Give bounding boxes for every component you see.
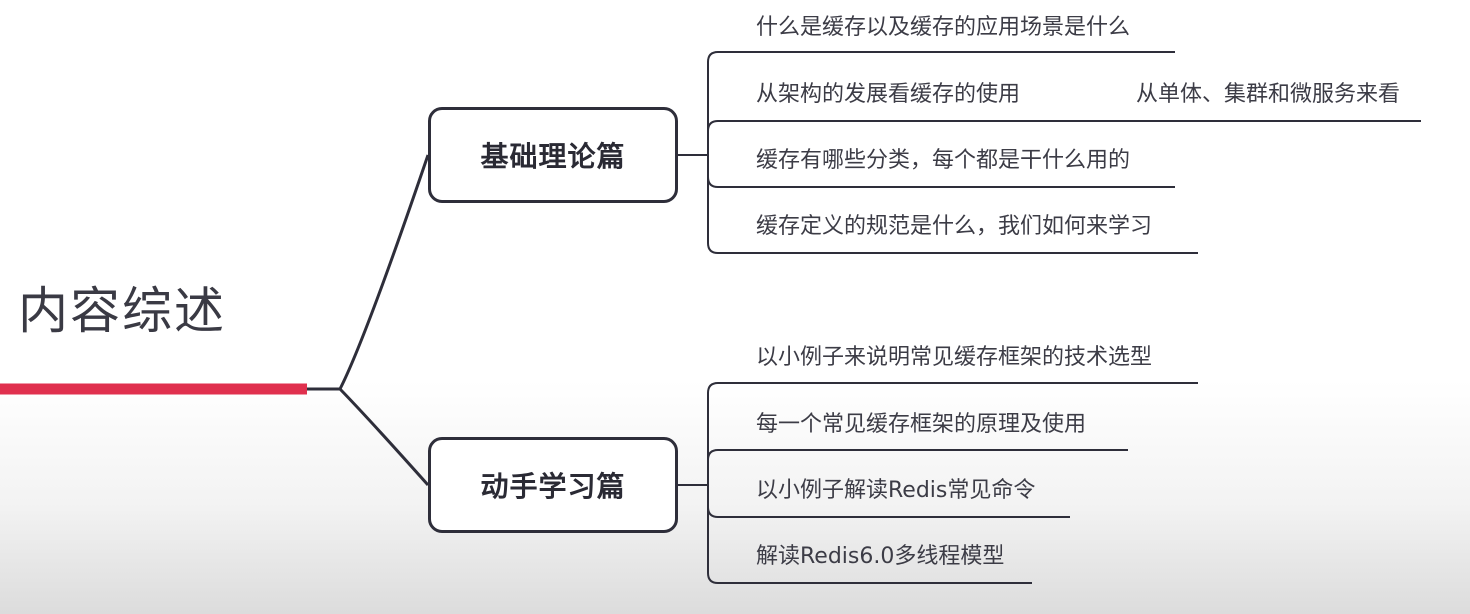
branch-2-leaf-3[interactable]: 以小例子解读Redis常见命令 [756,476,1035,506]
root-topic-title: 内容综述 [18,282,226,340]
branch-node-2-label: 动手学习篇 [480,470,626,503]
branch-node-2[interactable]: 动手学习篇 [428,437,678,533]
branch-1-leaf-2[interactable]: 从架构的发展看缓存的使用 [756,80,1020,110]
branch-1-leaf-1[interactable]: 什么是缓存以及缓存的应用场景是什么 [756,13,1130,43]
branch-node-1-label: 基础理论篇 [480,140,626,173]
connector-to-branch-1 [338,154,430,390]
branch-2-leaf-1[interactable]: 以小例子来说明常见缓存框架的技术选型 [756,343,1152,373]
branch-1-leaf-3[interactable]: 缓存有哪些分类，每个都是干什么用的 [756,146,1130,176]
branch-1-leaf-4[interactable]: 缓存定义的规范是什么，我们如何来学习 [756,212,1152,242]
branch-node-1[interactable]: 基础理论篇 [428,107,678,203]
connector-to-branch-2 [338,387,430,486]
branch-1-leaf-2-note[interactable]: 从单体、集群和微服务来看 [1136,80,1400,110]
branch-2-leaf-4[interactable]: 解读Redis6.0多线程模型 [756,542,1004,572]
branch-2-leaf-2[interactable]: 每一个常见缓存框架的原理及使用 [756,410,1086,440]
